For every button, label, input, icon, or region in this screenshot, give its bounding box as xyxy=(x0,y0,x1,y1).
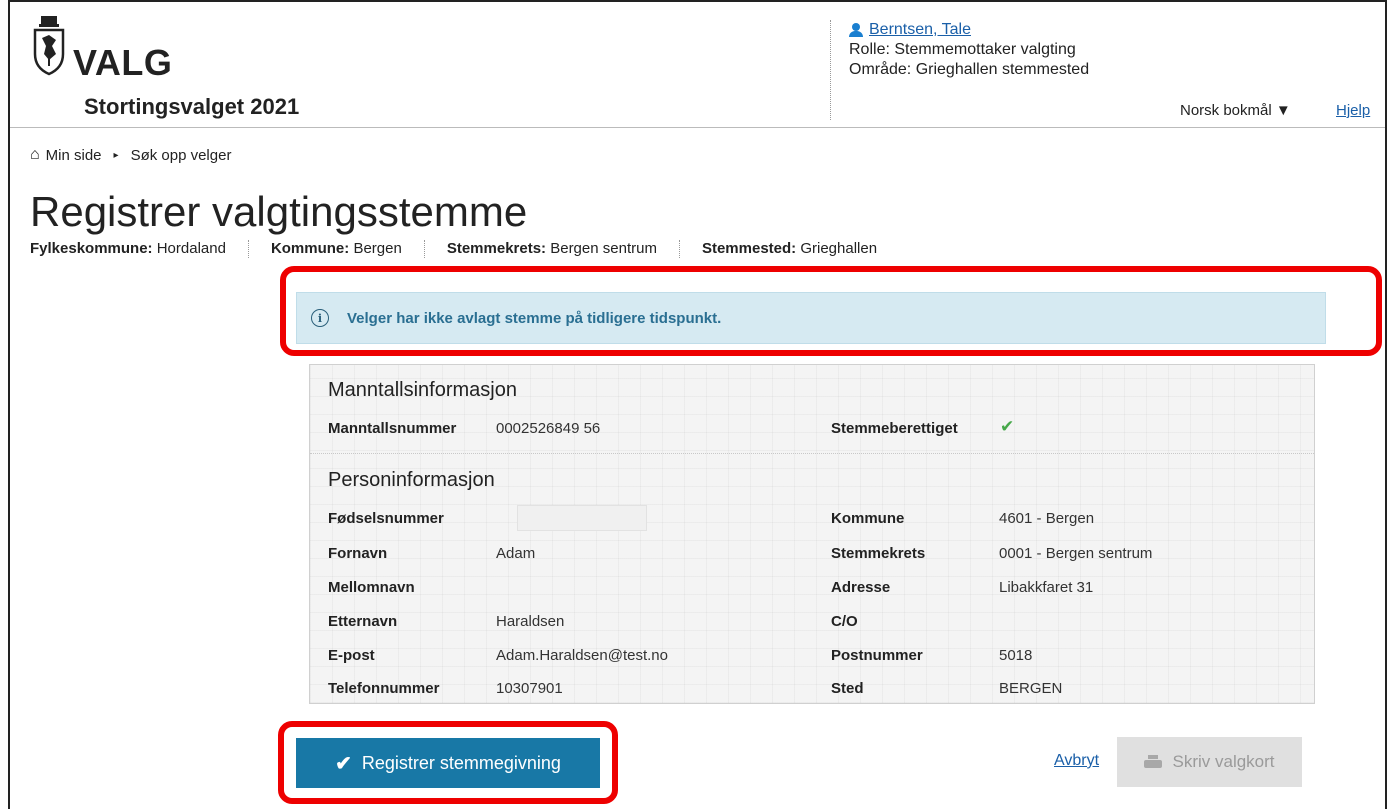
etternavn-value: Haraldsen xyxy=(496,613,565,630)
fodselsnummer-label: Fødselsnummer xyxy=(328,510,444,527)
section-divider xyxy=(310,453,1314,454)
printer-icon xyxy=(1144,754,1163,770)
co-label: C/O xyxy=(831,613,858,630)
breadcrumb: ⌂ Min side ▸ Søk opp velger xyxy=(30,146,231,164)
user-icon xyxy=(849,23,863,37)
stemmekrets-value: 0001 - Bergen sentrum xyxy=(999,545,1153,562)
print-card-button[interactable]: Skriv valgkort xyxy=(1117,737,1302,787)
print-card-label: Skriv valgkort xyxy=(1172,752,1275,771)
fodselsnummer-redacted xyxy=(517,505,647,531)
postnummer-value: 5018 xyxy=(999,647,1033,664)
user-area: Område: Grieghallen stemmested xyxy=(849,61,1090,78)
help-link[interactable]: Hjelp xyxy=(1336,102,1370,119)
mellomnavn-label: Mellomnavn xyxy=(328,579,415,596)
sted-value: BERGEN xyxy=(999,680,1063,697)
etternavn-label: Etternavn xyxy=(328,613,398,630)
kommune-value: 4601 - Bergen xyxy=(999,510,1095,527)
epost-value: Adam.Haraldsen@test.no xyxy=(496,647,668,664)
section-title-manntall: Manntallsinformasjon xyxy=(328,379,517,401)
highlight-box-alert xyxy=(280,266,1382,356)
manntallsnummer-value: 0002526849 56 xyxy=(496,420,601,437)
sted-label: Sted xyxy=(831,680,864,697)
coat-of-arms-icon xyxy=(33,16,65,76)
election-name: Stortingsvalget 2021 xyxy=(84,94,300,119)
highlight-box-button xyxy=(278,721,618,804)
context-district: Stemmekrets: Bergen sentrum xyxy=(447,240,680,258)
context-municipality: Kommune: Bergen xyxy=(271,240,425,258)
home-icon[interactable]: ⌂ xyxy=(30,146,40,164)
fornavn-value: Adam xyxy=(496,545,536,562)
user-name[interactable]: Berntsen, Tale xyxy=(869,20,971,40)
section-title-person: Personinformasjon xyxy=(328,469,495,491)
breadcrumb-separator: ▸ xyxy=(113,149,119,161)
page-title: Registrer valgtingsstemme xyxy=(30,188,528,235)
telefon-value: 10307901 xyxy=(496,680,563,697)
logo-text: VALG xyxy=(73,42,173,83)
kommune-label: Kommune xyxy=(831,510,905,527)
check-icon: ✔ xyxy=(1000,417,1015,436)
stemmeberettiget-label: Stemmeberettiget xyxy=(831,420,958,437)
telefon-label: Telefonnummer xyxy=(328,680,440,697)
context-polling-place: Stemmested: Grieghallen xyxy=(701,240,878,257)
adresse-value: Libakkfaret 31 xyxy=(999,579,1094,596)
epost-label: E-post xyxy=(328,647,375,664)
breadcrumb-current: Søk opp velger xyxy=(130,146,232,164)
cancel-link[interactable]: Avbryt xyxy=(1054,752,1099,770)
language-select[interactable]: Norsk bokmål ▼ xyxy=(1180,102,1291,119)
manntallsnummer-label: Manntallsnummer xyxy=(328,420,457,437)
context-info: Fylkeskommune: Hordaland Kommune: Bergen… xyxy=(30,240,921,258)
user-link[interactable]: Berntsen, Tale xyxy=(849,20,1089,40)
page-header: VALG Stortingsvalget 2021 Berntsen, Tale… xyxy=(10,2,1385,128)
voter-info-panel: Manntallsinformasjon Manntallsnummer 000… xyxy=(309,364,1315,704)
adresse-label: Adresse xyxy=(831,579,891,596)
user-role: Rolle: Stemmemottaker valgting xyxy=(849,41,1076,58)
user-info: Berntsen, Tale Rolle: Stemmemottaker val… xyxy=(830,20,1089,120)
postnummer-label: Postnummer xyxy=(831,647,923,664)
stemmekrets-label: Stemmekrets xyxy=(831,545,926,562)
context-county: Fylkeskommune: Hordaland xyxy=(30,240,249,258)
fornavn-label: Fornavn xyxy=(328,545,388,562)
breadcrumb-home[interactable]: Min side xyxy=(46,147,102,164)
